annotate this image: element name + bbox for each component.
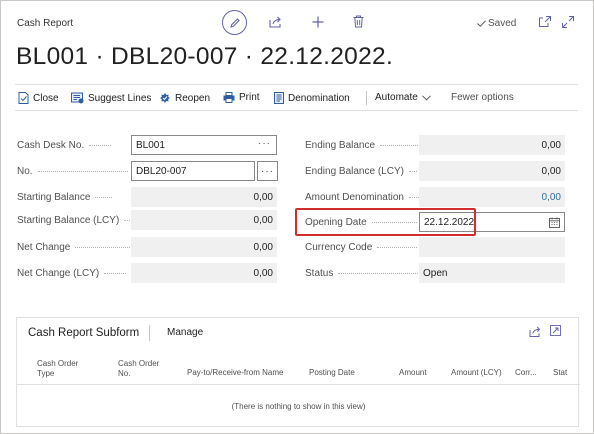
subform-title: Cash Report Subform bbox=[28, 327, 140, 339]
subform-expand-icon[interactable] bbox=[550, 325, 561, 336]
starting-balance-lcy-label: Starting Balance (LCY) bbox=[17, 215, 133, 226]
net-change-lcy-label: Net Change (LCY) bbox=[17, 268, 127, 279]
action-separator bbox=[366, 91, 367, 105]
starting-balance-field: 0,00 bbox=[131, 187, 277, 207]
col-cash-order-no[interactable]: Cash Order No. bbox=[118, 359, 173, 379]
print-button[interactable]: Print bbox=[223, 92, 260, 103]
starting-balance-value: 0,00 bbox=[253, 191, 273, 203]
cash-desk-no-label-text: Cash Desk No. bbox=[17, 140, 85, 151]
automate-label: Automate bbox=[375, 92, 418, 103]
ellipsis-icon: ··· bbox=[261, 165, 274, 177]
page-title: BL001 · DBL20-007 · 22.12.2022. bbox=[16, 43, 394, 70]
net-change-value: 0,00 bbox=[253, 241, 273, 253]
currency-code-label: Currency Code bbox=[305, 242, 418, 253]
starting-balance-lcy-field: 0,00 bbox=[131, 210, 277, 230]
lookup-ellipsis-icon[interactable]: ··· bbox=[258, 138, 271, 149]
check-icon bbox=[477, 20, 486, 27]
denomination-button[interactable]: Denomination bbox=[274, 92, 350, 104]
calendar-icon[interactable] bbox=[549, 217, 560, 228]
close-button[interactable]: Close bbox=[18, 92, 59, 104]
cash-report-subform: Cash Report Subform Manage Cash Order Ty… bbox=[16, 317, 580, 427]
amount-denomination-field[interactable]: 0,00 bbox=[419, 187, 565, 207]
net-change-label: Net Change bbox=[17, 242, 133, 253]
col-cash-order-type[interactable]: Cash Order Type bbox=[37, 359, 95, 379]
starting-balance-lcy-label-text: Starting Balance (LCY) bbox=[17, 215, 120, 226]
amount-denomination-value: 0,00 bbox=[541, 191, 561, 203]
close-document-icon bbox=[18, 92, 29, 104]
no-value: DBL20-007 bbox=[136, 165, 187, 177]
suggest-lines-icon bbox=[71, 92, 84, 104]
subform-empty-message: (There is nothing to show in this view) bbox=[231, 402, 366, 411]
status-label: Status bbox=[305, 268, 419, 279]
net-change-lcy-field: 0,00 bbox=[131, 263, 277, 283]
ending-balance-label-text: Ending Balance bbox=[305, 140, 376, 151]
assist-edit-button[interactable]: ··· bbox=[257, 161, 278, 181]
print-label: Print bbox=[239, 92, 260, 103]
net-change-lcy-value: 0,00 bbox=[253, 267, 273, 279]
new-icon[interactable] bbox=[312, 16, 324, 28]
ending-balance-value: 0,00 bbox=[541, 139, 561, 151]
suggest-lines-button[interactable]: Suggest Lines bbox=[71, 92, 151, 104]
status-label-text: Status bbox=[305, 268, 334, 279]
fewer-options-button[interactable]: Fewer options bbox=[451, 92, 514, 103]
net-change-label-text: Net Change bbox=[17, 242, 71, 253]
status-value: Open bbox=[423, 267, 448, 279]
delete-icon[interactable] bbox=[353, 15, 364, 28]
starting-balance-label-text: Starting Balance bbox=[17, 192, 91, 203]
amount-denomination-label-text: Amount Denomination bbox=[305, 192, 404, 203]
subform-separator bbox=[149, 325, 150, 341]
net-change-field: 0,00 bbox=[131, 237, 277, 257]
close-label: Close bbox=[33, 92, 59, 104]
subform-share-icon[interactable] bbox=[529, 326, 541, 337]
col-corr[interactable]: Corr... bbox=[515, 368, 537, 378]
printer-icon bbox=[223, 92, 235, 103]
saved-status: Saved bbox=[488, 18, 517, 29]
expand-icon[interactable] bbox=[562, 16, 574, 28]
status-field: Open bbox=[419, 263, 565, 283]
ending-balance-lcy-value: 0,00 bbox=[541, 165, 561, 177]
ending-balance-label: Ending Balance bbox=[305, 140, 419, 151]
starting-balance-lcy-value: 0,00 bbox=[253, 214, 273, 226]
suggest-lines-label: Suggest Lines bbox=[88, 92, 152, 104]
net-change-lcy-label-text: Net Change (LCY) bbox=[17, 268, 100, 279]
currency-code-field bbox=[419, 237, 565, 257]
col-amount-lcy[interactable]: Amount (LCY) bbox=[451, 368, 502, 378]
open-new-window-icon[interactable] bbox=[539, 16, 551, 27]
fewer-options-label: Fewer options bbox=[451, 92, 514, 103]
cash-desk-no-value: BL001 bbox=[136, 139, 165, 151]
currency-code-label-text: Currency Code bbox=[305, 242, 373, 253]
reopen-icon bbox=[160, 93, 170, 103]
share-icon[interactable] bbox=[269, 16, 282, 28]
pencil-icon bbox=[229, 17, 240, 28]
cash-report-page: Cash Report Saved BL001 · DBL20-007 · 22… bbox=[0, 0, 594, 434]
ending-balance-lcy-field: 0,00 bbox=[419, 161, 565, 181]
starting-balance-label: Starting Balance bbox=[17, 192, 113, 203]
no-label-text: No. bbox=[17, 166, 33, 177]
no-field[interactable]: DBL20-007 bbox=[131, 161, 255, 181]
col-pay-to-receive-from-name[interactable]: Pay-to/Receive-from Name bbox=[187, 368, 283, 378]
chevron-down-icon bbox=[421, 94, 431, 101]
reopen-button[interactable]: Reopen bbox=[159, 92, 210, 104]
denomination-icon bbox=[274, 92, 284, 104]
col-amount[interactable]: Amount bbox=[399, 368, 427, 378]
reopen-label: Reopen bbox=[175, 92, 211, 104]
ending-balance-lcy-label-text: Ending Balance (LCY) bbox=[305, 166, 404, 177]
cash-desk-no-field[interactable]: BL001 ··· bbox=[131, 135, 277, 155]
ending-balance-lcy-label: Ending Balance (LCY) bbox=[305, 166, 417, 177]
cash-desk-no-label: Cash Desk No. bbox=[17, 140, 112, 151]
no-label: No. bbox=[17, 166, 128, 177]
subform-manage-button[interactable]: Manage bbox=[167, 327, 203, 338]
col-posting-date[interactable]: Posting Date bbox=[309, 368, 355, 378]
opening-date-highlight-box bbox=[295, 208, 476, 236]
action-bar: Close Suggest Lines Reopen Print Denomin… bbox=[15, 84, 578, 111]
ending-balance-field: 0,00 bbox=[419, 135, 565, 155]
col-status[interactable]: Stat bbox=[553, 368, 567, 378]
page-header: Cash Report Saved bbox=[1, 1, 594, 37]
edit-button[interactable] bbox=[222, 10, 247, 35]
page-type-caption: Cash Report bbox=[17, 18, 74, 29]
automate-menu[interactable]: Automate bbox=[375, 92, 431, 103]
subform-header-divider bbox=[17, 384, 580, 385]
amount-denomination-label: Amount Denomination bbox=[305, 192, 421, 203]
denomination-label: Denomination bbox=[288, 92, 350, 104]
